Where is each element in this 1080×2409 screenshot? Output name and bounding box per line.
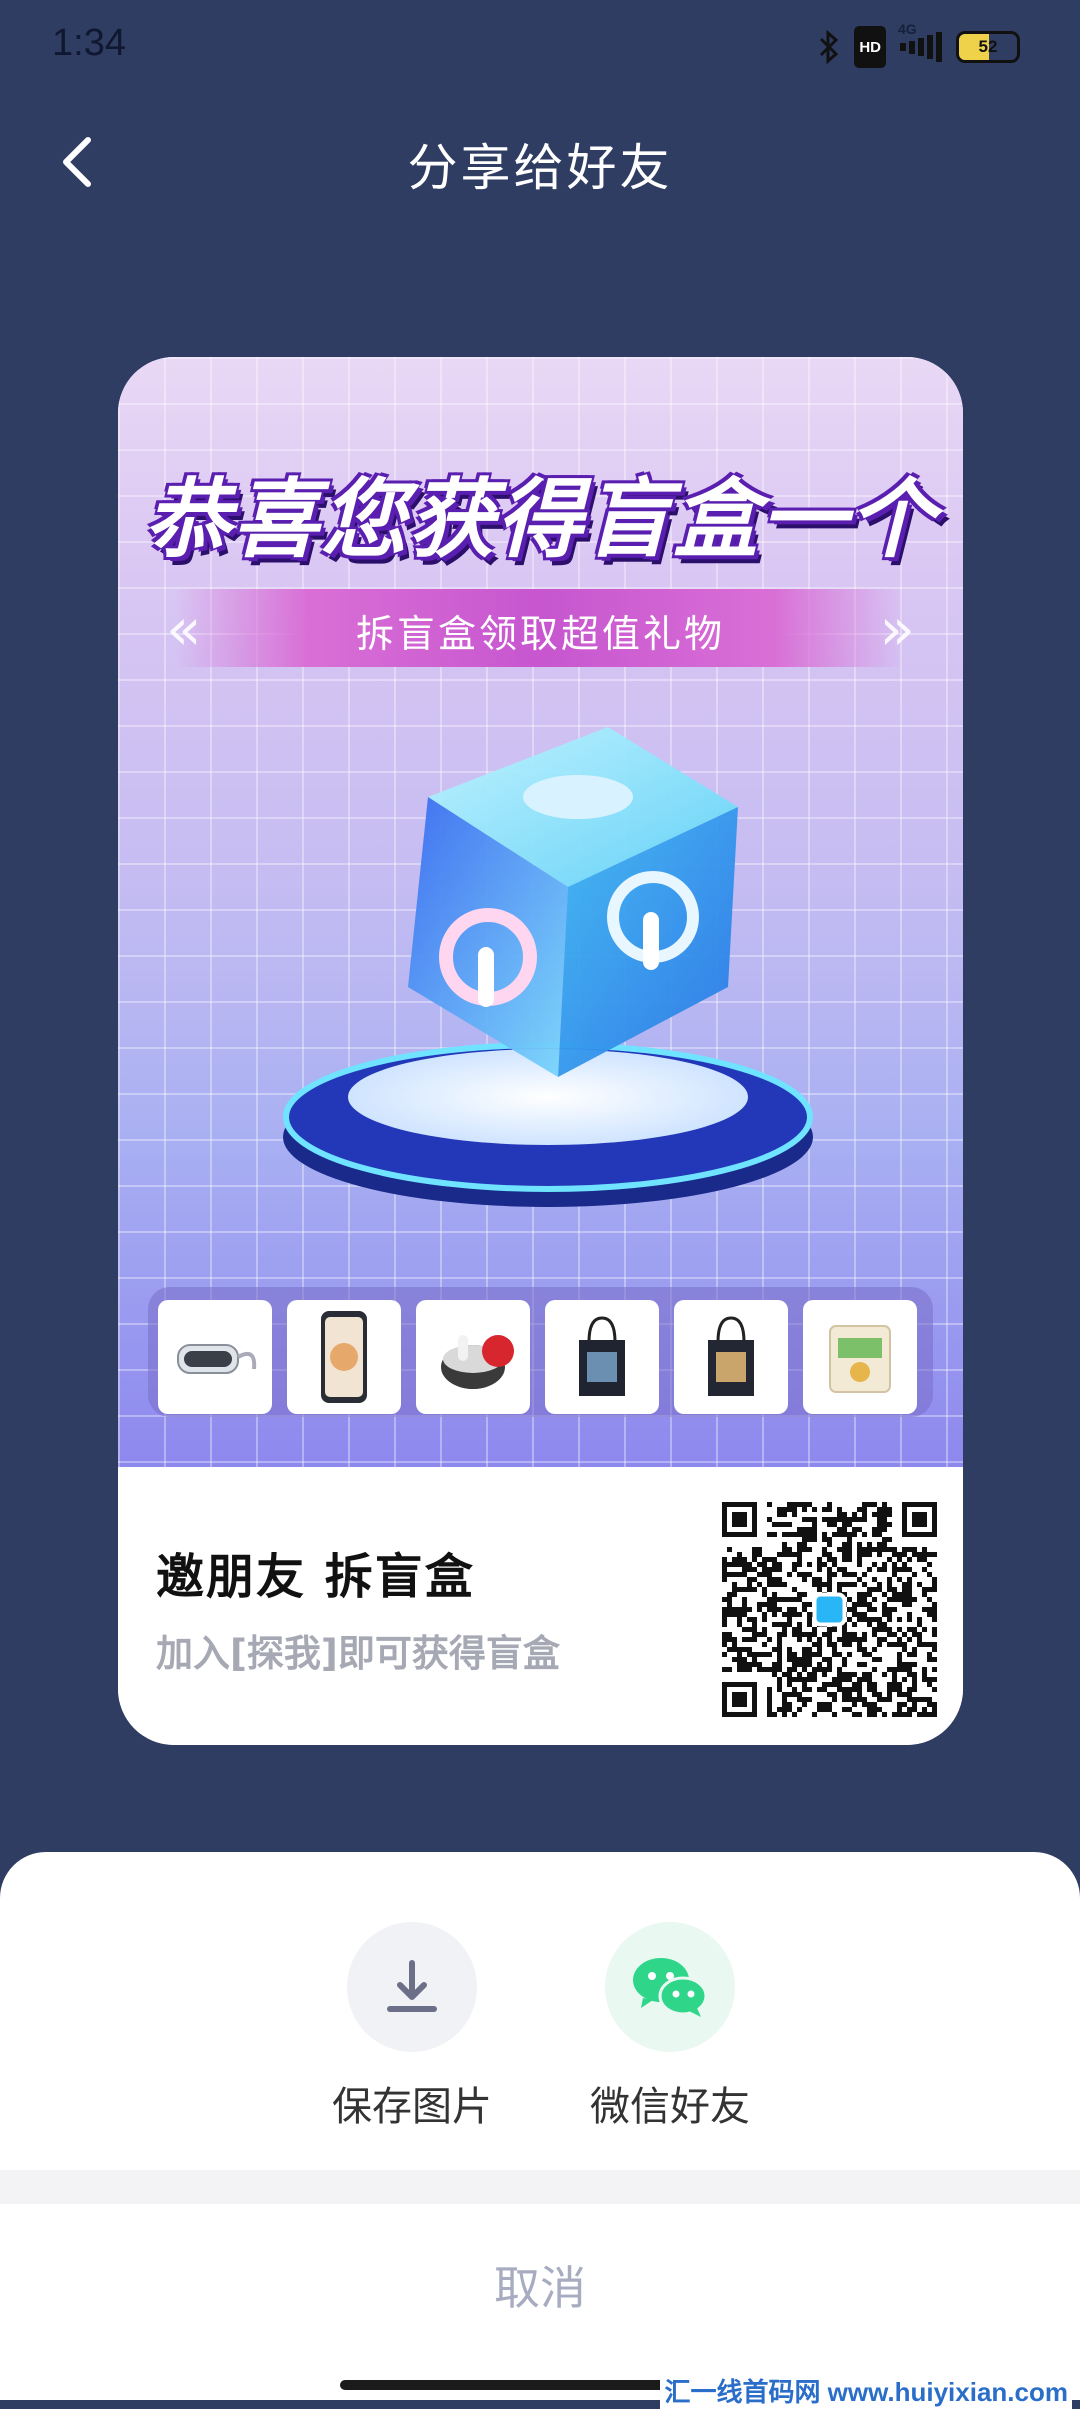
qr-finder-pattern	[722, 1502, 757, 1537]
invite-subtitle: 加入[探我]即可获得盲盒	[156, 1632, 560, 1675]
status-bar: 1:34 HD 4G 52	[0, 0, 1080, 95]
battery-icon: 52	[956, 29, 1020, 65]
share-poster: 恭喜您获得盲盒一个 « 拆盲盒领取超值礼物 » 邀朋友 拆盲盒 加入[探我]即可…	[118, 357, 963, 1745]
poster-ribbon: « 拆盲盒领取超值礼物 »	[166, 589, 915, 667]
network-type-label: 4G	[898, 21, 917, 37]
signal-icon: 4G	[898, 21, 942, 65]
qr-finder-pattern	[722, 1682, 757, 1717]
wechat-friend-button[interactable]: 微信好友	[560, 1922, 780, 2132]
save-image-label: 保存图片	[332, 2084, 492, 2130]
download-icon	[387, 1960, 437, 2012]
cancel-button[interactable]: 取消	[0, 2252, 1080, 2318]
wechat-friend-label: 微信好友	[590, 2084, 750, 2130]
product-tote-bag	[545, 1300, 659, 1414]
product-earbuds	[416, 1300, 530, 1414]
bluetooth-icon	[818, 29, 840, 65]
blind-box-illustration	[283, 727, 813, 1207]
share-sheet: 保存图片 微信好友 取消	[0, 1852, 1080, 2400]
product-smartphone	[287, 1300, 401, 1414]
status-icons: HD 4G 52	[818, 21, 1020, 68]
qr-code	[722, 1502, 937, 1717]
product-tissue-pack	[803, 1300, 917, 1414]
invite-title: 邀朋友 拆盲盒	[156, 1549, 475, 1605]
ribbon-text: 拆盲盒领取超值礼物	[355, 612, 725, 656]
watermark: 汇一线首码网 www.huiyixian.com	[660, 2372, 1072, 2409]
product-tote-bag	[674, 1300, 788, 1414]
wechat-icon	[633, 1958, 708, 2017]
poster-headline: 恭喜您获得盲盒一个	[144, 470, 937, 570]
save-circle	[347, 1922, 477, 2052]
nav-bar: 分享给好友	[0, 110, 1080, 210]
double-chevron-right-icon: »	[879, 595, 916, 663]
sheet-divider	[0, 2170, 1080, 2204]
poster-footer: 邀朋友 拆盲盒 加入[探我]即可获得盲盒	[118, 1467, 963, 1745]
battery-level: 52	[978, 37, 998, 56]
status-time: 1:34	[52, 22, 126, 64]
save-image-button[interactable]: 保存图片	[302, 1922, 522, 2132]
qr-logo-icon	[812, 1592, 847, 1627]
wechat-circle	[605, 1922, 735, 2052]
product-vr-headset	[158, 1300, 272, 1414]
product-strip	[148, 1287, 933, 1417]
hd-icon: HD	[854, 26, 886, 68]
qr-finder-pattern	[902, 1502, 937, 1537]
page-title: 分享给好友	[407, 139, 673, 197]
poster-artwork: 恭喜您获得盲盒一个 « 拆盲盒领取超值礼物 »	[118, 357, 963, 1467]
